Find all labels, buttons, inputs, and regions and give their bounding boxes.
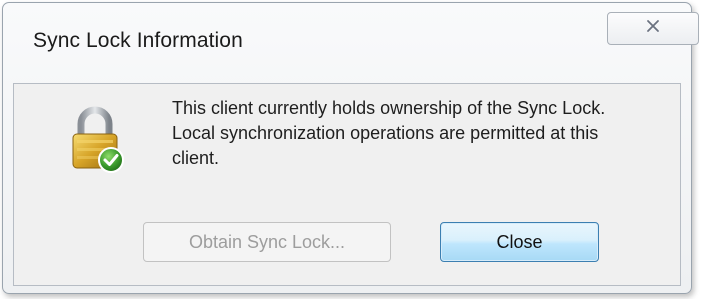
close-button[interactable]: Close xyxy=(440,222,599,262)
title-bar[interactable]: Sync Lock Information xyxy=(3,3,699,83)
message-text: This client currently holds ownership of… xyxy=(172,98,606,168)
sync-lock-dialog: Sync Lock Information This client curren… xyxy=(2,2,699,294)
window-close-button[interactable] xyxy=(607,12,699,45)
dialog-title: Sync Lock Information xyxy=(33,29,243,52)
message-panel: This client currently holds ownership of… xyxy=(13,83,681,286)
obtain-sync-lock-button[interactable]: Obtain Sync Lock... xyxy=(143,222,391,262)
close-icon xyxy=(646,19,660,38)
padlock-with-checkmark-icon xyxy=(69,106,127,176)
